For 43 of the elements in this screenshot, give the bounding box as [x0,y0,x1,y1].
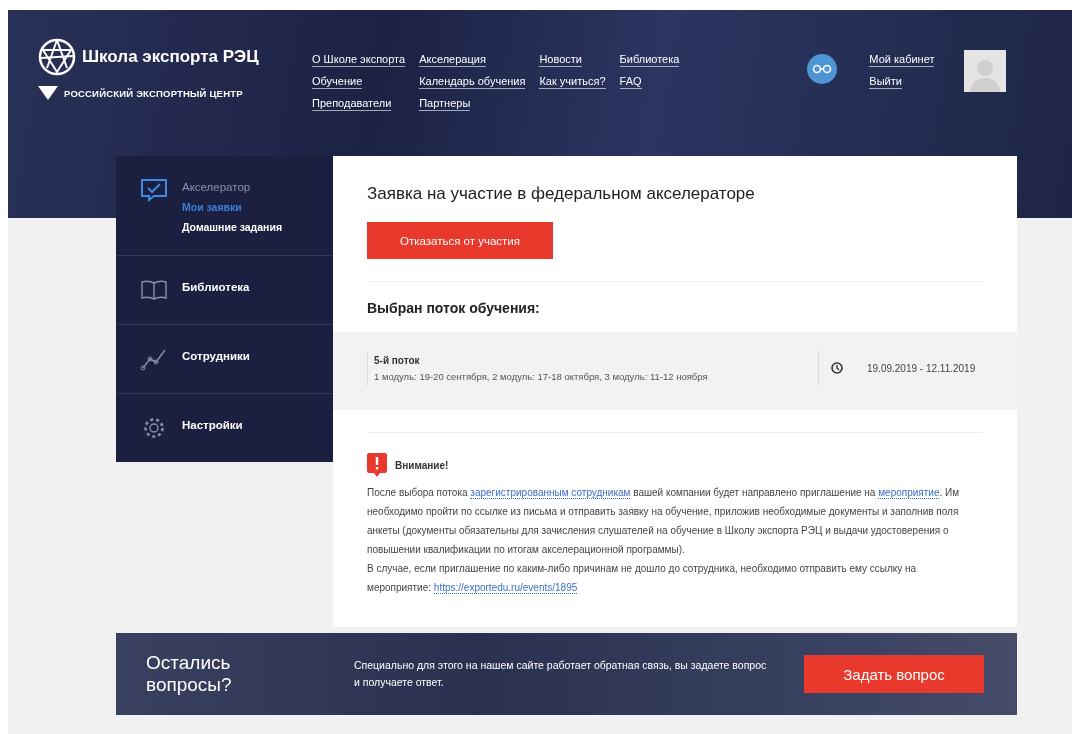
sidebar-item[interactable]: Настройки [182,416,243,431]
stream-name: 5-й поток [374,354,421,366]
banner-title: Остались вопросы? [146,652,233,696]
nav-link[interactable]: FAQ [619,75,642,89]
nav-link[interactable]: Календарь обучения [419,75,526,89]
nav-link[interactable]: Выйти [869,75,902,89]
sidebar-subitem[interactable]: Домашние задания [182,221,282,233]
nav-link[interactable]: Обучение [312,75,363,89]
alert-icon [367,453,387,477]
sidebar-item[interactable]: Акселератор [182,178,282,193]
notice-paragraph: После выбора потока зарегистрированным сотрудникам вашей компании будет направлено приглашение на мероприятие. Им необходимо пройти по ссылке из письма и отправить заявку на обучение, приложив необходимые документы и заполнив поля анкеты (документы обязательны для зачисления слушателей на обучение в Школу экспорта РЭЦ и выдачи удостоверения о повышении квалификации по итогам акселерационной программы). [367,486,961,557]
book-icon [140,278,168,302]
date-range: 19.09.2019 - 12.11.2019 [867,362,976,374]
line-graph-icon [140,347,168,371]
banner-text: Специально для этого на нашем сайте работает обратная связь, вы задаете вопрос и получаете ответ. [354,658,768,690]
text-link[interactable]: зарегистрированным сотрудникам [470,487,631,499]
sidebar-item[interactable]: Сотрудники [182,347,250,362]
triangle-icon [38,86,58,100]
chat-check-icon [140,178,168,202]
nav-link[interactable]: Партнеры [419,97,471,111]
cancel-button[interactable]: Отказаться от участия [367,222,553,259]
nav-link[interactable]: Как учиться? [539,75,606,89]
avatar-silhouette[interactable] [964,50,1007,92]
nav-link[interactable]: О Школе экспорта [312,53,406,67]
nav-link[interactable]: Новости [539,53,582,67]
nav-link[interactable]: Преподаватели [312,97,392,111]
sidebar-item[interactable]: Библиотека [182,278,250,293]
clock-icon [831,362,843,374]
ask-question-button[interactable]: Задать вопрос [804,655,984,693]
notice-paragraph: В случае, если приглашение по каким-либо причинам не дошло до сотрудника, необходимо отправить ему ссылку на мероприятие: https://exportedu.ru/events/1895 [367,562,918,596]
notice-title: Внимание! [395,459,449,471]
logo-subtitle: РОССИЙСКИЙ ЭКСПОРТНЫЙ ЦЕНТР [64,87,243,99]
stream-modules: 1 модуль: 19-20 сентября, 2 модуль: 17-18 октября, 3 модуль: 11-12 ноября [374,370,709,382]
nav-link[interactable]: Мой кабинет [869,53,935,67]
sidebar-subitem[interactable]: Мои заявки [182,201,282,213]
nav-link[interactable]: Библиотека [619,53,680,67]
glasses-icon[interactable] [807,54,838,84]
globe-logo-icon [38,38,76,76]
text-link[interactable]: https://exportedu.ru/events/1895 [433,582,578,594]
section-heading: Выбран поток обучения: [367,300,541,316]
logo-title[interactable]: Школа экспорта РЭЦ [82,47,259,67]
nav-link[interactable]: Акселерация [419,53,486,67]
page-title: Заявка на участие в федеральном акселераторе [367,184,756,204]
